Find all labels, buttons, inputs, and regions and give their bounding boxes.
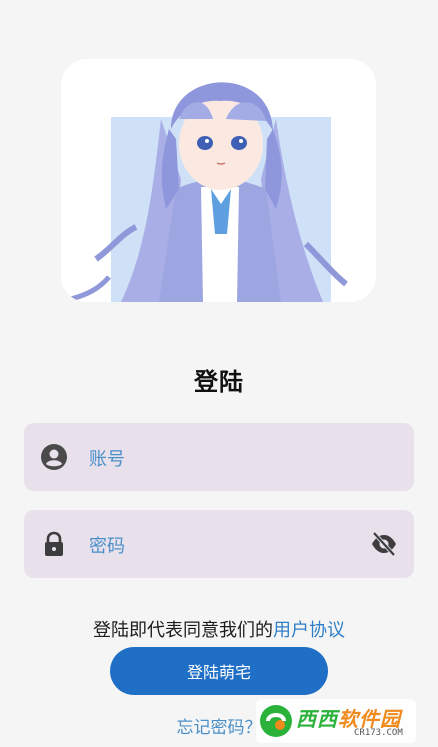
account-field[interactable]: 账号 (24, 423, 414, 491)
watermark-brand-a: 西西 (296, 707, 338, 731)
account-circle-icon (40, 443, 68, 471)
watermark-site: CR173.COM (354, 728, 403, 738)
login-button[interactable]: 登陆萌宅 (110, 647, 328, 695)
eye-off-icon[interactable] (370, 531, 398, 557)
password-input-placeholder[interactable]: 密码 (89, 532, 125, 558)
user-agreement-link[interactable]: 用户协议 (273, 620, 345, 641)
agreement-text: 登陆即代表同意我们的用户协议 (0, 616, 438, 642)
watermark-logo-icon (260, 705, 292, 737)
password-field[interactable]: 密码 (24, 510, 414, 578)
account-input-placeholder[interactable]: 账号 (89, 445, 125, 471)
lock-icon (40, 530, 68, 558)
watermark: 西西软件园 CR173.COM (256, 699, 416, 743)
hero-illustration (61, 59, 376, 302)
page-title: 登陆 (194, 368, 244, 396)
anime-girl-illustration (61, 59, 376, 302)
agreement-prefix: 登陆即代表同意我们的 (93, 620, 273, 641)
